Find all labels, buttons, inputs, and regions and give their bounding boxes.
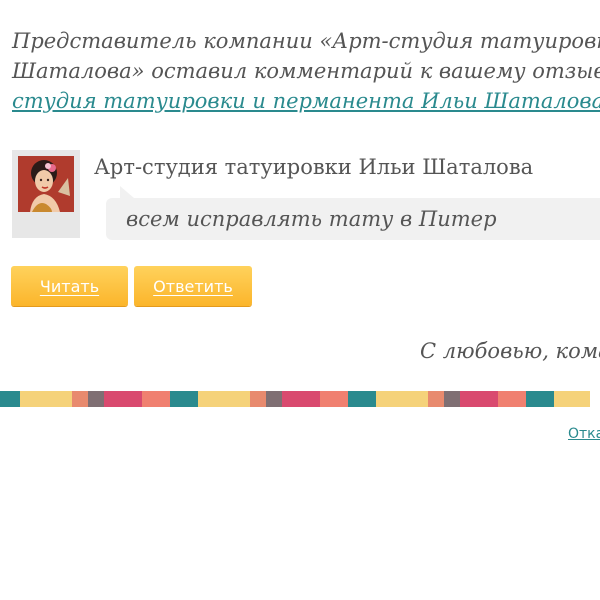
avatar-portrait-icon	[18, 156, 74, 212]
intro-text: Представитель компании «Арт-студия татуи…	[12, 26, 600, 116]
stripe-segment	[554, 391, 590, 407]
studio-link[interactable]: студия татуировки и перманента Ильи Шата…	[12, 86, 600, 116]
stripe-segment	[198, 391, 250, 407]
stripe-segment	[282, 391, 320, 407]
signature-text: С любовью, кома	[420, 339, 600, 363]
stripe-segment	[460, 391, 498, 407]
decorative-stripe	[0, 391, 600, 407]
stripe-segment	[250, 391, 266, 407]
stripe-segment	[428, 391, 444, 407]
stripe-segment	[376, 391, 428, 407]
stripe-segment	[142, 391, 170, 407]
stripe-segment	[20, 391, 72, 407]
stripe-segment	[72, 391, 88, 407]
intro-line-1: Представитель компании «Арт-студия татуи…	[12, 29, 600, 53]
stripe-segment	[348, 391, 376, 407]
comment-text: всем исправлять тату в Питер	[126, 207, 497, 231]
read-button[interactable]: Читать	[11, 266, 128, 306]
email-page: Представитель компании «Арт-студия татуи…	[0, 0, 600, 600]
stripe-segment	[526, 391, 554, 407]
stripe-segment	[104, 391, 142, 407]
reply-button-label: Ответить	[153, 276, 233, 296]
reply-button[interactable]: Ответить	[134, 266, 252, 306]
stripe-segment	[88, 391, 104, 407]
read-button-label: Читать	[39, 276, 100, 296]
intro-line-2: Шаталова» оставил комментарий к вашему о…	[12, 59, 600, 83]
avatar-frame	[12, 150, 80, 238]
stripe-segment	[170, 391, 198, 407]
stripe-segment	[320, 391, 348, 407]
stripe-segment	[0, 391, 20, 407]
stripe-segment	[266, 391, 282, 407]
company-name: Арт-студия татуировки Ильи Шаталова	[94, 155, 534, 179]
comment-bubble: всем исправлять тату в Питер	[106, 186, 600, 240]
stripe-segment	[498, 391, 526, 407]
footer-unsubscribe-link[interactable]: Отка	[568, 426, 600, 442]
stripe-segment	[444, 391, 460, 407]
